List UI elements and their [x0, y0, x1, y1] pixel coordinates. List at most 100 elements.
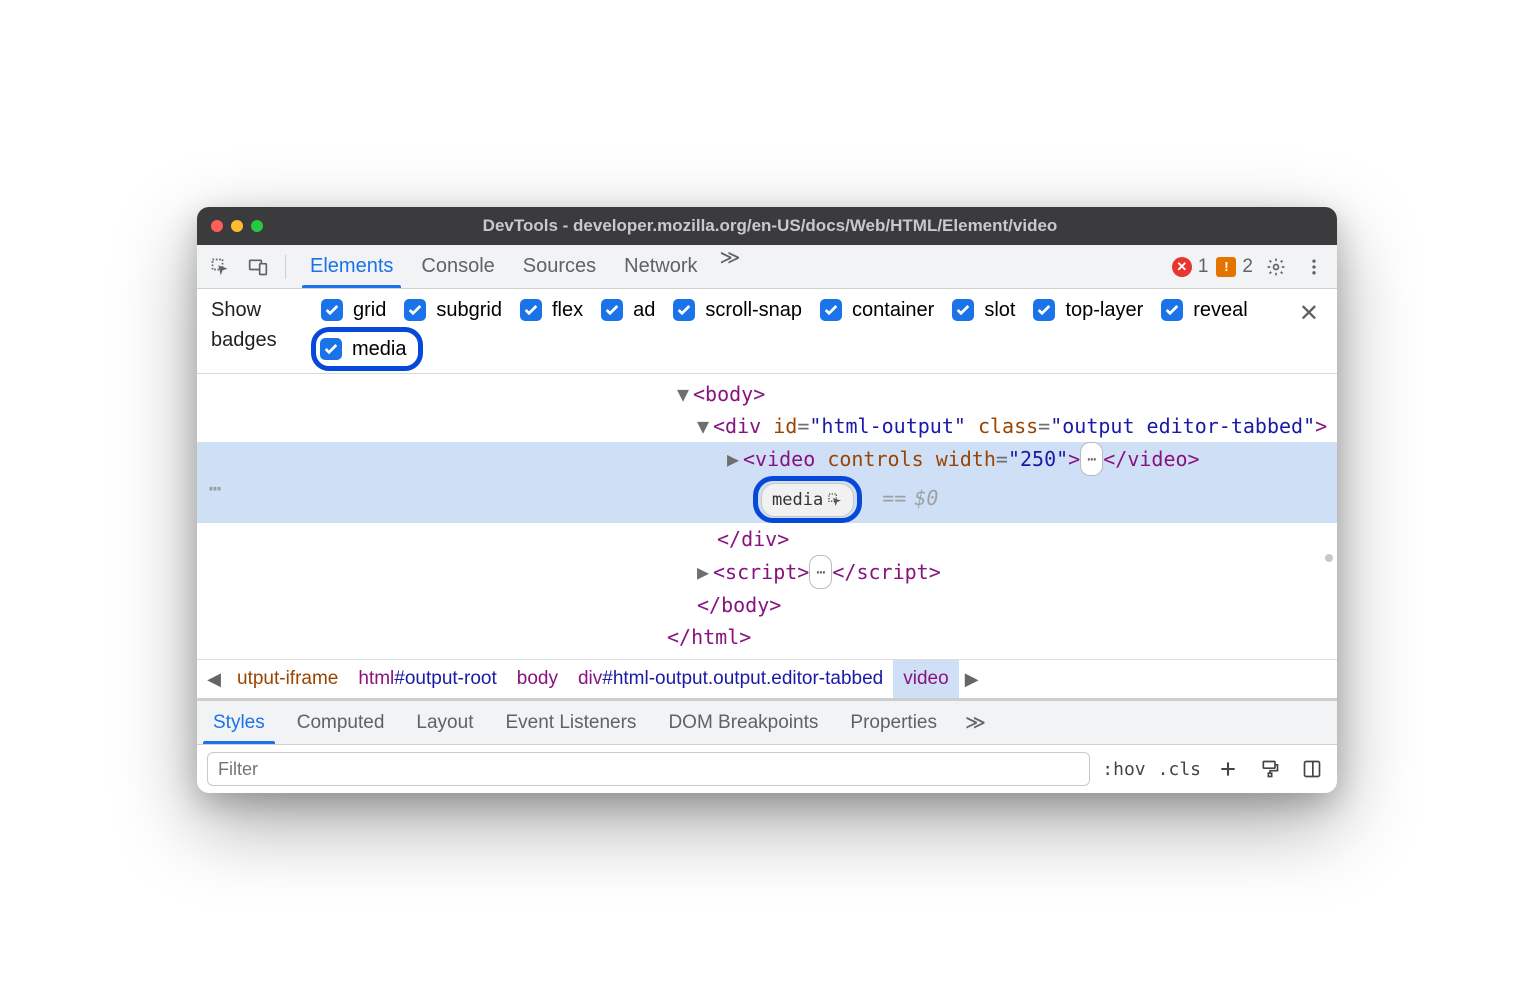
badge-media-highlight: media: [311, 327, 423, 371]
badge-subgrid[interactable]: subgrid: [404, 295, 502, 325]
hov-toggle[interactable]: :hov: [1102, 759, 1145, 780]
main-toolbar: Elements Console Sources Network ≫ ✕ 1 !…: [197, 245, 1337, 289]
gutter-icon[interactable]: ⋯: [209, 472, 222, 504]
badge-label: ad: [633, 295, 655, 325]
badges-panel: Show badges grid subgrid flex ad scroll-…: [197, 289, 1337, 374]
badge-label: slot: [984, 295, 1015, 325]
tab-network[interactable]: Network: [610, 245, 711, 288]
media-badge[interactable]: media: [761, 483, 854, 517]
checkbox-icon: [320, 338, 342, 360]
collapse-icon[interactable]: ▼: [677, 378, 693, 410]
breadcrumb-scroll-right-icon[interactable]: ▶: [959, 669, 985, 690]
settings-icon[interactable]: [1259, 250, 1293, 284]
tab-elements[interactable]: Elements: [296, 245, 407, 288]
dom-node-body-close[interactable]: </body>: [197, 589, 1337, 621]
breadcrumb-scroll-left-icon[interactable]: ◀: [201, 669, 227, 690]
maximize-window-button[interactable]: [251, 220, 263, 232]
badge-label: scroll-snap: [705, 295, 802, 325]
breadcrumb-item[interactable]: div#html-output.output.editor-tabbed: [568, 660, 893, 698]
dom-node-video-badge-row: media == $0: [197, 476, 1337, 523]
collapse-icon[interactable]: ▼: [697, 410, 713, 442]
tab-properties[interactable]: Properties: [834, 701, 953, 744]
checkbox-icon: [673, 299, 695, 321]
warning-count-value: 2: [1242, 256, 1253, 278]
checkbox-icon: [520, 299, 542, 321]
dom-node-body-open[interactable]: ▼<body>: [197, 378, 1337, 410]
new-style-rule-icon[interactable]: [1213, 754, 1243, 784]
badge-ad[interactable]: ad: [601, 295, 655, 325]
kebab-menu-icon[interactable]: [1297, 250, 1331, 284]
dom-node-html-close[interactable]: </html>: [197, 621, 1337, 653]
checkbox-icon: [601, 299, 623, 321]
dom-node-div-close[interactable]: </div>: [197, 523, 1337, 555]
paint-tool-icon[interactable]: [1255, 754, 1285, 784]
equals-marker: ==: [882, 486, 906, 510]
scrollbar-thumb[interactable]: [1325, 554, 1333, 562]
expand-icon[interactable]: ▶: [697, 556, 713, 588]
warning-icon: !: [1216, 257, 1236, 277]
styles-tabs-overflow-icon[interactable]: ≫: [953, 710, 998, 735]
media-badge-highlight: media: [753, 476, 862, 523]
badges-list: grid subgrid flex ad scroll-snap contain…: [321, 295, 1293, 367]
checkbox-icon: [952, 299, 974, 321]
badge-container[interactable]: container: [820, 295, 934, 325]
error-count-value: 1: [1198, 256, 1209, 278]
badge-label: reveal: [1193, 295, 1247, 325]
error-count[interactable]: ✕ 1: [1170, 256, 1211, 278]
checkbox-icon: [1033, 299, 1055, 321]
tab-layout[interactable]: Layout: [400, 701, 489, 744]
checkbox-icon: [404, 299, 426, 321]
expand-icon[interactable]: ▶: [727, 443, 743, 475]
tab-styles[interactable]: Styles: [197, 701, 281, 744]
inspect-element-icon[interactable]: [203, 250, 237, 284]
checkbox-icon: [820, 299, 842, 321]
close-badges-panel-icon[interactable]: ✕: [1293, 295, 1325, 332]
warning-count[interactable]: ! 2: [1214, 256, 1255, 278]
breadcrumb-item-current[interactable]: video: [893, 660, 958, 698]
dom-node-script[interactable]: ▶<script>⋯</script>: [197, 555, 1337, 589]
error-icon: ✕: [1172, 257, 1192, 277]
badge-slot[interactable]: slot: [952, 295, 1015, 325]
styles-tabs: Styles Computed Layout Event Listeners D…: [197, 701, 1337, 745]
toggle-rendering-icon[interactable]: [1297, 754, 1327, 784]
breadcrumb-item[interactable]: body: [507, 660, 568, 698]
ellipsis-icon[interactable]: ⋯: [809, 555, 832, 589]
styles-filter-input[interactable]: [207, 752, 1090, 786]
badge-media[interactable]: media: [320, 334, 406, 364]
breadcrumb-item[interactable]: utput-iframe: [227, 660, 348, 698]
inspect-icon: [827, 492, 843, 508]
devtools-window: DevTools - developer.mozilla.org/en-US/d…: [197, 207, 1337, 793]
styles-toolbar: :hov .cls: [197, 745, 1337, 793]
minimize-window-button[interactable]: [231, 220, 243, 232]
tab-dom-breakpoints[interactable]: DOM Breakpoints: [652, 701, 834, 744]
separator: [285, 255, 286, 279]
checkbox-icon: [321, 299, 343, 321]
badge-reveal[interactable]: reveal: [1161, 295, 1247, 325]
close-window-button[interactable]: [211, 220, 223, 232]
tab-sources[interactable]: Sources: [509, 245, 610, 288]
cls-toggle[interactable]: .cls: [1158, 759, 1201, 780]
dollar-zero: $0: [914, 486, 938, 510]
dom-node-video[interactable]: ⋯ ▶<video controls width="250">⋯</video>: [197, 442, 1337, 476]
ellipsis-icon[interactable]: ⋯: [1080, 442, 1103, 476]
badge-label: container: [852, 295, 934, 325]
badge-label: subgrid: [436, 295, 502, 325]
tab-event-listeners[interactable]: Event Listeners: [489, 701, 652, 744]
tab-computed[interactable]: Computed: [281, 701, 401, 744]
panel-tabs: Elements Console Sources Network ≫: [296, 245, 748, 288]
dom-tree[interactable]: ▼<body> ▼<div id="html-output" class="ou…: [197, 374, 1337, 659]
checkbox-icon: [1161, 299, 1183, 321]
badge-flex[interactable]: flex: [520, 295, 583, 325]
tab-console[interactable]: Console: [407, 245, 508, 288]
badge-scroll-snap[interactable]: scroll-snap: [673, 295, 802, 325]
breadcrumb: ◀ utput-iframe html#output-root body div…: [197, 659, 1337, 701]
device-toolbar-icon[interactable]: [241, 250, 275, 284]
badge-grid[interactable]: grid: [321, 295, 386, 325]
badge-label: flex: [552, 295, 583, 325]
dom-node-div-open[interactable]: ▼<div id="html-output" class="output edi…: [197, 410, 1337, 442]
badge-top-layer[interactable]: top-layer: [1033, 295, 1143, 325]
titlebar: DevTools - developer.mozilla.org/en-US/d…: [197, 207, 1337, 245]
breadcrumb-item[interactable]: html#output-root: [348, 660, 506, 698]
badge-label: grid: [353, 295, 386, 325]
tabs-overflow-icon[interactable]: ≫: [712, 245, 749, 288]
